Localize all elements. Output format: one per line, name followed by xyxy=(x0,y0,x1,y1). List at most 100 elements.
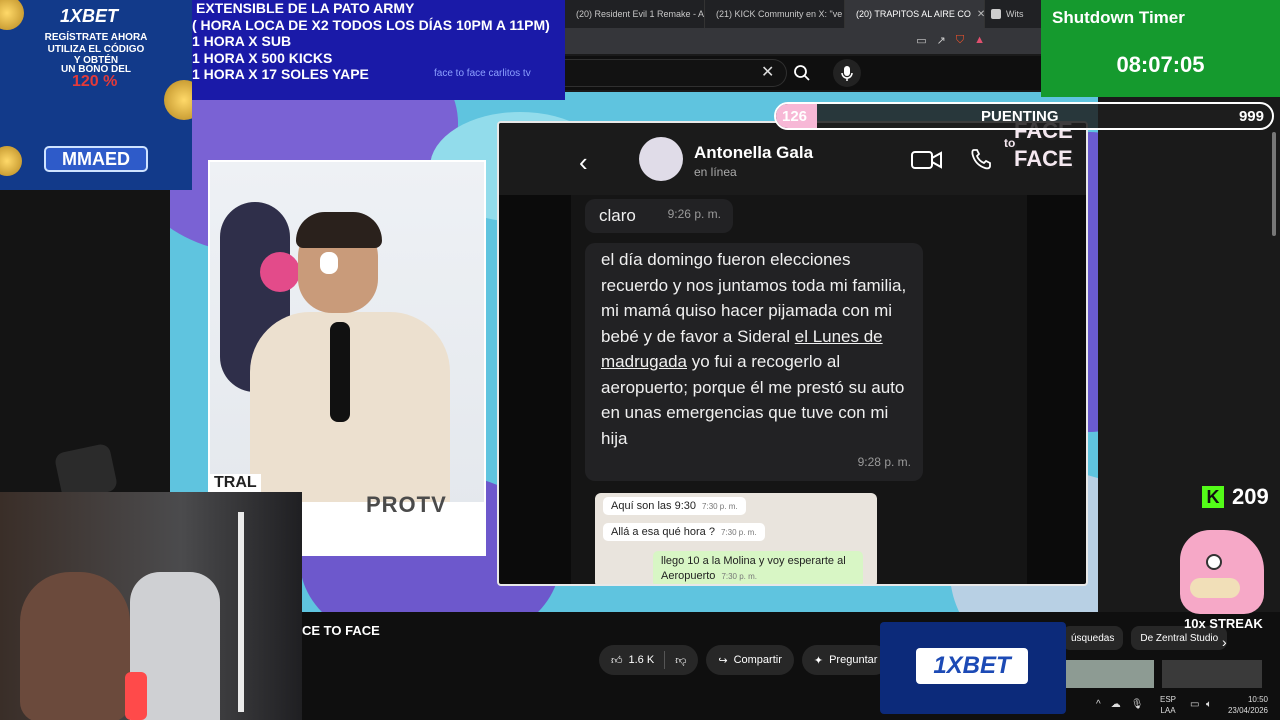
close-tab-icon[interactable]: ✕ xyxy=(977,9,984,20)
dislike-icon[interactable]: 👎︎ xyxy=(675,654,686,667)
clock-time: 10:50 xyxy=(1247,695,1268,704)
share-button[interactable]: ↪ Compartir xyxy=(706,645,794,675)
led-light xyxy=(238,512,244,712)
ad-text: REGÍSTRATE AHORA xyxy=(44,32,148,43)
contact-status: en línea xyxy=(694,165,737,179)
search-query-ghost: face to face carlitos tv xyxy=(434,68,531,79)
like-count[interactable]: 1.6 K xyxy=(629,654,655,666)
share-label: Compartir xyxy=(733,654,782,666)
youtube-search-row: ✕ xyxy=(565,56,1045,90)
chevron-up-icon[interactable]: ^ xyxy=(1096,699,1101,710)
related-video-thumbnail[interactable] xyxy=(1066,660,1154,688)
rules-line: EXTENSIBLE DE LA PATO ARMY xyxy=(196,0,415,16)
message-bubble: el día domingo fueron elecciones recuerd… xyxy=(585,243,923,481)
message-time: 9:26 p. m. xyxy=(667,206,721,221)
embedded-chat-screenshot: Aquí son las 9:30 7:30 p. m. Allá a esa q… xyxy=(595,493,877,584)
browser-tab[interactable]: Wits xyxy=(985,0,1045,28)
contact-name: Antonella Gala xyxy=(694,143,814,162)
goal-name: PUENTING xyxy=(981,108,1059,125)
1xbet-logo: 1XBET xyxy=(916,648,1028,684)
layout-code: LAA xyxy=(1160,706,1176,715)
tab-label: Wits xyxy=(1006,9,1024,19)
chevron-right-icon[interactable]: › xyxy=(1222,634,1227,650)
kick-count: 209 xyxy=(1232,484,1269,509)
red-lamp xyxy=(125,672,147,720)
volume-icon[interactable]: 🔈︎ xyxy=(1206,699,1212,710)
tab-label: (21) KICK Community en X: "ve xyxy=(716,9,843,19)
1xbet-ad-banner: 1XBET REGÍSTRATE AHORA UTILIZA EL CÓDIGO… xyxy=(0,0,192,190)
coin-graphic xyxy=(164,80,192,120)
streak-label: 10x STREAK xyxy=(1184,616,1263,631)
streak-mascot xyxy=(1180,530,1264,614)
tray-icons: ^ ☁ 🎙︎ xyxy=(1096,699,1143,710)
phone-call-icon xyxy=(971,149,991,170)
coin-graphic xyxy=(0,0,24,30)
scrollbar[interactable] xyxy=(1272,132,1276,236)
cast-icon[interactable]: ▭ xyxy=(916,34,926,47)
goal-max: 999 xyxy=(1238,108,1264,125)
message-bubble: Allá a esa qué hora ? 7:30 p. m. xyxy=(603,523,765,541)
studio-corner-text: TRAL xyxy=(210,474,261,492)
like-dislike-pill: 👍︎ 1.6 K 👎︎ xyxy=(599,645,699,675)
address-bar[interactable]: ▭ ↗ ⛉ ▲ xyxy=(565,28,1045,54)
timer-label: Shutdown Timer xyxy=(1052,8,1185,27)
message-bubble: Aquí son las 9:30 7:30 p. m. xyxy=(603,497,746,515)
wall-art xyxy=(260,252,300,292)
browser-tab-bar: (20) Resident Evil 1 Remake - A (21) KIC… xyxy=(565,0,1045,28)
sparkle-icon: ✦ xyxy=(813,654,824,667)
mic-icon[interactable]: 🎙︎ xyxy=(1131,699,1144,710)
kick-counter: K 209 xyxy=(1202,484,1269,510)
like-icon[interactable]: 👍︎ xyxy=(611,654,623,667)
mascot-beak xyxy=(1190,578,1240,598)
cloud-icon[interactable]: ☁ xyxy=(1111,699,1121,710)
search-input[interactable] xyxy=(565,59,787,87)
browser-tab[interactable]: (20) Resident Evil 1 Remake - A xyxy=(565,0,705,28)
message-time: 7:30 p. m. xyxy=(702,502,738,511)
browser-tab[interactable]: (21) KICK Community en X: "ve xyxy=(705,0,845,28)
language-indicator[interactable]: ESP LAA xyxy=(1160,694,1176,716)
message-text: Allá a esa qué hora ? xyxy=(611,526,715,538)
protv-logo: PROTV xyxy=(366,492,447,517)
voice-search-button[interactable] xyxy=(833,59,861,87)
coin-graphic xyxy=(0,146,22,176)
ad-text: UTILIZA EL CÓDIGO xyxy=(47,44,145,55)
message-time: 7:30 p. m. xyxy=(720,528,757,537)
goal-current: 126 xyxy=(782,108,808,125)
rules-line: ( HORA LOCA DE X2 TODOS LOS DÍAS 10PM A … xyxy=(192,16,550,33)
host-hair xyxy=(296,212,382,248)
search-icon[interactable] xyxy=(793,64,811,82)
brave-shield-icon[interactable]: ⛉ xyxy=(956,34,964,47)
chip[interactable]: úsquedas xyxy=(1062,626,1124,650)
back-arrow-icon: ‹ xyxy=(579,147,588,177)
stream-screen: (20) Resident Evil 1 Remake - A (21) KIC… xyxy=(0,0,1280,720)
rules-line: 1 HORA X SUB xyxy=(192,33,292,49)
rules-line: 1 HORA X 500 KICKS xyxy=(192,49,333,66)
ask-label: Preguntar xyxy=(829,654,878,666)
microphone-icon xyxy=(841,66,853,81)
logo-text: FACE xyxy=(1014,146,1073,171)
host-nose-bandage xyxy=(320,252,338,274)
message-bubble: claro 9:26 p. m. xyxy=(585,199,733,233)
video-title: CE TO FACE xyxy=(302,623,380,638)
1xbet-logo: 1XBET xyxy=(60,6,119,26)
promo-code: MMAED xyxy=(44,146,148,172)
related-video-thumbnail[interactable] xyxy=(1162,660,1262,688)
goal-progress-bar: 126 PUENTING 999 xyxy=(774,102,1274,130)
microphone xyxy=(330,322,350,422)
tab-label: (20) Resident Evil 1 Remake - A xyxy=(576,9,705,19)
clear-search-icon[interactable]: ✕ xyxy=(761,62,774,82)
rewards-icon[interactable]: ▲ xyxy=(974,34,985,47)
system-clock[interactable]: 10:50 23/04/2026 xyxy=(1224,694,1268,716)
shutdown-timer: Shutdown Timer 08:07:05 xyxy=(1041,0,1280,97)
message-text: claro xyxy=(599,206,636,225)
share-arrow-icon: ↪ xyxy=(718,654,728,667)
video-call-icon xyxy=(911,151,942,169)
network-icon[interactable]: ▭ xyxy=(1190,699,1199,710)
divider xyxy=(664,651,666,669)
whatsapp-chat-screenshot: ‹ Antonella Gala en línea claro 9:26 p. … xyxy=(497,121,1088,586)
chat-header: ‹ Antonella Gala en línea xyxy=(499,123,1086,195)
tab-label: (20) TRAPITOS AL AIRE CO xyxy=(856,9,971,19)
share-icon[interactable]: ↗ xyxy=(937,34,946,47)
ask-button[interactable]: ✦ Preguntar xyxy=(801,645,890,675)
browser-tab-active[interactable]: (20) TRAPITOS AL AIRE CO ✕ xyxy=(845,0,985,28)
